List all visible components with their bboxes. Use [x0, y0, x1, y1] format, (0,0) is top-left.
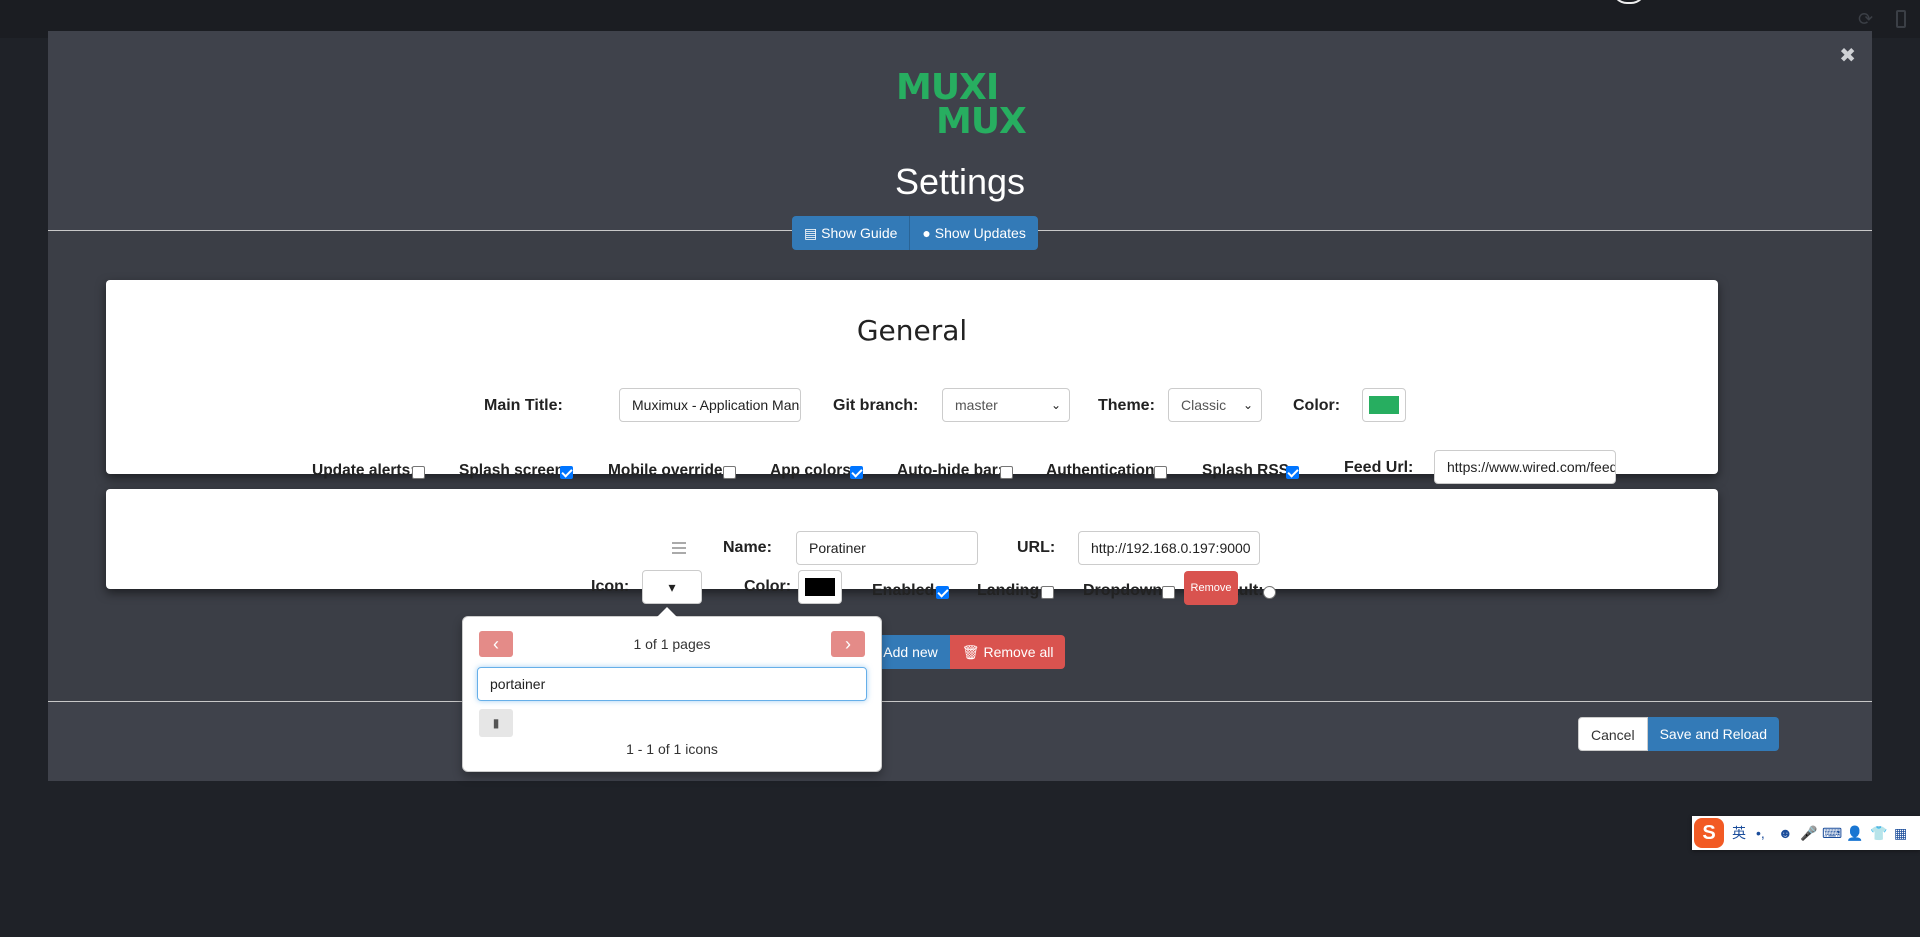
enabled-label: Enabled:: [872, 582, 940, 599]
app-color-picker[interactable]: [798, 570, 842, 604]
chevron-down-icon: ⌄: [1050, 398, 1061, 412]
book-icon: ▤: [804, 225, 822, 241]
ime-toolbar: S 英 •, ☻ 🎤 ⌨ 👤 👕 ▦: [1692, 816, 1920, 850]
close-icon[interactable]: ✖: [1839, 43, 1856, 68]
user-icon[interactable]: 👤: [1846, 824, 1863, 842]
app-colors-checkbox[interactable]: [850, 466, 863, 479]
github-icon: ●: [922, 225, 935, 241]
punctuation-icon[interactable]: •,: [1756, 824, 1765, 842]
splash-screen-label: Splash screen:: [459, 462, 570, 479]
app-url-input[interactable]: http://192.168.0.197:9000: [1078, 531, 1260, 565]
emoji-icon[interactable]: ☻: [1778, 824, 1793, 842]
update-alerts-checkbox[interactable]: [412, 466, 425, 479]
grid-icon[interactable]: ▦: [1894, 824, 1907, 842]
trash-icon: 🗑: [961, 644, 984, 660]
auto-hide-bar-checkbox[interactable]: [1000, 466, 1013, 479]
landing-label: Landing:: [977, 582, 1045, 599]
color-swatch: [805, 578, 835, 596]
app-name-input[interactable]: Poratiner: [796, 531, 978, 565]
git-branch-select[interactable]: master ⌄: [942, 388, 1070, 422]
remove-app-button[interactable]: Remove: [1184, 571, 1238, 605]
main-title-input[interactable]: Muximux - Application Management: [619, 388, 801, 422]
dropdown-label: Dropdown:: [1083, 582, 1168, 599]
app-color-label: Color:: [744, 578, 792, 595]
app-icon-label: Icon:: [591, 578, 630, 595]
icon-picker-button[interactable]: ▾: [642, 570, 702, 604]
page-title: Settings: [894, 161, 1026, 202]
landing-checkbox[interactable]: [1041, 586, 1054, 599]
modal-header: ✖ MUXI MUX Settings: [48, 31, 1872, 231]
microphone-icon[interactable]: 🎤: [1800, 824, 1817, 842]
mobile-override-label: Mobile override:: [608, 462, 728, 479]
save-and-reload-button[interactable]: Save and Reload: [1647, 717, 1780, 751]
remove-all-button[interactable]: 🗑 Remove all: [949, 635, 1066, 669]
enabled-checkbox[interactable]: [936, 586, 949, 599]
auto-hide-bar-label: Auto-hide bar:: [897, 462, 1003, 479]
caret-down-icon: ▾: [668, 579, 676, 595]
keyboard-icon[interactable]: ⌨: [1822, 824, 1842, 842]
dropdown-checkbox[interactable]: [1162, 586, 1175, 599]
splash-rss-checkbox[interactable]: [1286, 466, 1299, 479]
icon-count: 1 - 1 of 1 icons: [626, 741, 718, 757]
footer-buttons: Cancel Save and Reload: [1578, 717, 1780, 751]
update-alerts-label: Update alerts:: [312, 462, 416, 479]
app-colors-label: App colors:: [770, 462, 857, 479]
drag-handle-icon[interactable]: [672, 542, 686, 554]
authentication-label: Authentication:: [1046, 462, 1160, 479]
general-panel: General Main Title: Muximux - Applicatio…: [106, 280, 1718, 484]
sogou-logo-icon[interactable]: S: [1694, 818, 1724, 848]
list-actions: + Add new 🗑 Remove all: [860, 635, 1066, 669]
language-toggle[interactable]: 英: [1732, 824, 1746, 842]
show-updates-button[interactable]: ● Show Updates: [909, 216, 1038, 250]
app-name-label: Name:: [723, 539, 772, 556]
mobile-override-checkbox[interactable]: [723, 466, 736, 479]
color-swatch: [1369, 396, 1399, 414]
muximux-logo: MUXI MUX: [896, 67, 1027, 142]
app-item-panel: Name: Poratiner URL: http://192.168.0.19…: [106, 489, 1718, 604]
general-heading: General: [856, 314, 968, 347]
mobile-icon[interactable]: [1896, 10, 1906, 28]
theme-select[interactable]: Classic ⌄: [1168, 388, 1262, 422]
feed-url-label: Feed Url:: [1344, 459, 1414, 476]
theme-label: Theme:: [1098, 397, 1155, 414]
splash-screen-checkbox[interactable]: [560, 466, 573, 479]
guide-button-group: ▤ Show Guide ● Show Updates: [792, 216, 1038, 250]
authentication-checkbox[interactable]: [1154, 466, 1167, 479]
splash-rss-label: Splash RSS:: [1202, 462, 1295, 479]
app-url-label: URL:: [1017, 539, 1056, 556]
refresh-icon[interactable]: ⟳: [1858, 10, 1876, 28]
next-page-button[interactable]: ›: [831, 631, 865, 657]
page-indicator: 1 of 1 pages: [633, 636, 711, 652]
chevron-down-icon: ⌄: [1242, 398, 1253, 412]
shirt-icon[interactable]: 👕: [1870, 824, 1887, 842]
git-branch-label: Git branch:: [833, 397, 919, 414]
portainer-icon[interactable]: ▮: [479, 709, 513, 737]
icon-picker-popover: ‹ 1 of 1 pages › portainer ▮ 1 - 1 of 1 …: [462, 607, 882, 772]
show-guide-button[interactable]: ▤ Show Guide: [792, 216, 910, 250]
icon-search-input[interactable]: portainer: [477, 667, 867, 701]
main-title-label: Main Title:: [484, 397, 563, 414]
color-label: Color:: [1293, 397, 1341, 414]
default-radio[interactable]: [1263, 586, 1276, 599]
cancel-button[interactable]: Cancel: [1578, 717, 1648, 751]
feed-url-input[interactable]: https://www.wired.com/feed/rss: [1434, 450, 1616, 484]
color-picker[interactable]: [1362, 388, 1406, 422]
